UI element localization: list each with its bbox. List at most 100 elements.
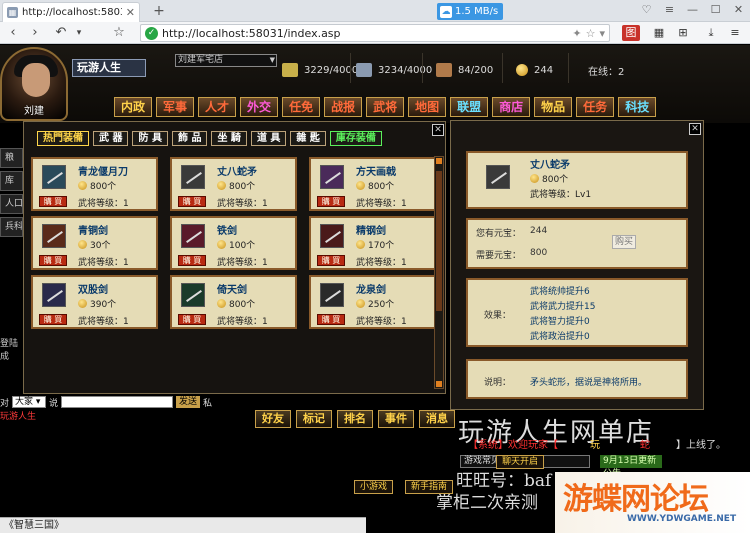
effect-line: 武将政治提升0	[530, 332, 590, 342]
tab-accessories[interactable]: 飾 品	[171, 131, 208, 146]
menu-wujiang[interactable]: 武将	[366, 97, 405, 117]
shop-item-card[interactable]: 倚天剑 800个 購 買 武将等级：1	[170, 275, 297, 329]
left-item-storage[interactable]: 库	[0, 171, 23, 191]
shop-item-card[interactable]: 丈八蛇矛 800个 購 買 武将等级：1	[170, 157, 297, 211]
shop-item-card[interactable]: 龙泉剑 250个 購 買 武将等级：1	[309, 275, 436, 329]
address-bar[interactable]: ✓ http://localhost:58031/index.asp ✦ ☆ ▾	[140, 24, 610, 42]
coin-icon	[78, 240, 87, 249]
shop-item-card[interactable]: 方天画戟 800个 購 買 武将等级：1	[309, 157, 436, 211]
apps-icon[interactable]: ⊞	[674, 25, 692, 41]
chat-channel-select[interactable]: 大家 ▾	[12, 396, 47, 408]
menu-waijiao[interactable]: 外交	[240, 97, 279, 117]
page-favicon-icon: ▦	[7, 7, 18, 18]
chat-open-button[interactable]: 聊天开启	[496, 455, 545, 469]
menu-icon[interactable]: ≡	[658, 0, 681, 20]
close-icon[interactable]: ✕	[689, 123, 701, 135]
left-item-troops[interactable]: 兵科	[0, 217, 23, 237]
menu-ditu[interactable]: 地图	[408, 97, 447, 117]
shop-scrollbar[interactable]	[434, 156, 444, 389]
menu-lianmeng[interactable]: 联盟	[450, 97, 489, 117]
grid-icon[interactable]: ▦	[650, 25, 668, 41]
ranking-button[interactable]: 排名	[337, 410, 373, 428]
cloud-icon: ☁	[440, 5, 452, 18]
tab-items[interactable]: 道 具	[250, 131, 287, 146]
forward-icon[interactable]: ›	[26, 25, 44, 41]
bookmark-star-icon[interactable]: ☆	[110, 25, 128, 41]
resource-gold: 244	[516, 59, 553, 81]
download-icon[interactable]: ⤓	[702, 25, 720, 41]
marks-button[interactable]: 标记	[296, 410, 332, 428]
buy-button[interactable]: 購 買	[178, 196, 206, 207]
new-tab-button[interactable]: +	[148, 2, 170, 20]
menu-rencai[interactable]: 人才	[198, 97, 237, 117]
left-item-food[interactable]: 粮	[0, 148, 23, 168]
chat-input[interactable]	[61, 396, 174, 408]
browser-tab[interactable]: ▦ http://localhost:58031/i... ✕	[2, 2, 140, 22]
shop-item-card[interactable]: 青铜剑 30个 購 買 武将等级：1	[31, 216, 158, 270]
close-window-button[interactable]: ✕	[727, 0, 750, 20]
skin-icon[interactable]: ♡	[635, 0, 658, 20]
tab-armor[interactable]: 防 具	[132, 131, 168, 146]
newbie-guide-button[interactable]: 新手指南	[405, 480, 454, 494]
tab-close-icon[interactable]: ✕	[126, 6, 135, 19]
menu-renmian[interactable]: 任免	[282, 97, 321, 117]
tab-hot-equipment[interactable]: 热門装備	[37, 131, 89, 146]
buy-button[interactable]: 購 買	[39, 255, 67, 266]
purchase-button[interactable]: 购买	[612, 235, 636, 249]
buy-button[interactable]: 購 買	[39, 314, 67, 325]
url-dropdown-icon[interactable]: ▾	[599, 27, 605, 40]
messages-button[interactable]: 消息	[419, 410, 455, 428]
buy-button[interactable]: 購 買	[317, 255, 345, 266]
scroll-thumb[interactable]	[436, 171, 442, 311]
menu-neizheng[interactable]: 内政	[114, 97, 153, 117]
menu-zhanbao[interactable]: 战报	[324, 97, 363, 117]
private-chat-toggle[interactable]: 私	[203, 396, 212, 409]
scroll-up-icon[interactable]	[436, 158, 442, 164]
item-detail-panel: ✕ 丈八蛇矛 800个 武将等级：Lv1 您有元宝： 244 需要元宝： 800…	[450, 120, 704, 410]
game-icon[interactable]: ✦	[572, 27, 581, 40]
buy-button[interactable]: 購 買	[317, 314, 345, 325]
maximize-button[interactable]: ☐	[704, 0, 727, 20]
menu-wupin[interactable]: 物品	[534, 97, 573, 117]
shop-item-card[interactable]: 铁剑 100个 購 買 武将等级：1	[170, 216, 297, 270]
friends-button[interactable]: 好友	[255, 410, 291, 428]
menu-junshi[interactable]: 军事	[156, 97, 195, 117]
tab-mounts[interactable]: 坐 騎	[211, 131, 247, 146]
player-portrait[interactable]: 刘建	[0, 47, 68, 121]
shop-item-card[interactable]: 双股剑 390个 購 買 武将等级：1	[31, 275, 158, 329]
download-speed-badge[interactable]: ☁ 1.5 MB/s	[437, 3, 504, 20]
menu-renwu[interactable]: 任务	[576, 97, 615, 117]
chat-prefix: 对	[0, 398, 10, 409]
coin-icon	[217, 240, 226, 249]
undo-icon[interactable]: ↶	[52, 25, 70, 41]
scroll-down-icon[interactable]	[436, 381, 442, 387]
tab-weapons[interactable]: 武 器	[93, 131, 129, 146]
dropdown-icon[interactable]: ▾	[70, 25, 88, 41]
send-button[interactable]: 发送	[176, 396, 201, 408]
shop-item-card[interactable]: 青龙偃月刀 800个 購 買 武将等级：1	[31, 157, 158, 211]
update-notice-link[interactable]: 9月13日更新公告	[600, 455, 662, 479]
minimize-button[interactable]: —	[681, 0, 704, 20]
back-icon[interactable]: ‹	[4, 25, 22, 41]
chat-red-name[interactable]: 玩游人生	[0, 409, 36, 422]
extension-icon[interactable]: 图	[622, 25, 640, 41]
events-button[interactable]: 事件	[378, 410, 414, 428]
minigame-button[interactable]: 小游戏	[354, 480, 394, 494]
left-item-population[interactable]: 人口	[0, 194, 23, 214]
tab-inventory[interactable]: 庫存装備	[329, 131, 382, 146]
menu-keji[interactable]: 科技	[618, 97, 657, 117]
shop-item-card[interactable]: 精钢剑 170个 購 買 武将等级：1	[309, 216, 436, 270]
weapon-icon	[320, 224, 344, 248]
close-icon[interactable]: ✕	[432, 124, 444, 136]
item-price: 800个	[217, 179, 255, 192]
buy-button[interactable]: 購 買	[178, 314, 206, 325]
buy-button[interactable]: 購 買	[317, 196, 345, 207]
item-price: 30个	[78, 238, 110, 251]
buy-button[interactable]: 購 買	[39, 196, 67, 207]
more-menu-icon[interactable]: ≡	[726, 25, 744, 41]
city-select[interactable]: 刘建军宅店 ▼	[175, 54, 277, 67]
buy-button[interactable]: 購 買	[178, 255, 206, 266]
tab-misc[interactable]: 雜 匙	[290, 131, 326, 146]
favorite-icon[interactable]: ☆	[586, 27, 596, 40]
menu-shangdian[interactable]: 商店	[492, 97, 531, 117]
